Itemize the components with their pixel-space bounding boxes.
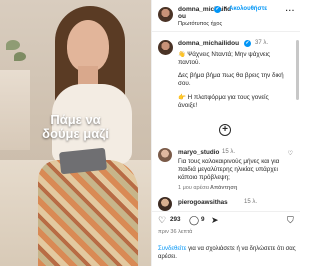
verified-badge-icon: ✓ (244, 40, 251, 47)
caption-line: 👋 Ψάχνεις Νταντά; Μην ψάχνεις (178, 51, 271, 58)
login-link[interactable]: Συνδεθείτε (158, 246, 186, 252)
caption-username[interactable]: domna_michailidou (178, 40, 239, 47)
comment-likes[interactable]: 1 μου αρέσει (178, 185, 209, 191)
caption-line: άνοιξε! (178, 102, 198, 109)
caption-time[interactable]: 37 λ. (255, 40, 268, 46)
separator-dot: • (224, 5, 227, 12)
avatar[interactable] (158, 148, 172, 162)
header-username[interactable]: domna_michailid ou (178, 6, 231, 20)
likes-count[interactable]: 293 (170, 216, 181, 223)
comment-text: κάποιο πρόβλεψη; (178, 174, 230, 181)
avatar[interactable] (158, 40, 173, 55)
caption-line: Δες βήμα βήμα πως θα βρεις την δική (178, 72, 284, 79)
video-caption: Πάμε να δούμε μαζί (0, 113, 151, 141)
avatar[interactable] (158, 7, 173, 22)
post-panel: domna_michailid ou ✓ • Ακολουθήστε Πρωτό… (151, 0, 300, 266)
caption-line: σου. (178, 80, 191, 87)
comments-count: 9 (201, 216, 205, 223)
comment-text: παιδιά μεγαλύτερης ηλικίας υπάρχει (178, 166, 278, 173)
post-date: πριν 36 λεπτά (158, 229, 193, 235)
comment-icon[interactable]: ◯ (189, 215, 199, 225)
follow-button[interactable]: Ακολουθήστε (229, 6, 267, 12)
heart-icon[interactable]: ♡ (158, 215, 166, 225)
audio-label[interactable]: Πρωτότυπος ήχος (178, 21, 222, 27)
post-header: domna_michailid ou ✓ • Ακολουθήστε Πρωτό… (152, 0, 300, 32)
verified-badge-icon: ✓ (214, 6, 221, 13)
bookmark-icon[interactable]: ⛉ (287, 215, 294, 225)
video-caption-line: Πάμε να (50, 112, 101, 127)
video-caption-line: δούμε μαζί (42, 126, 109, 141)
comment-username[interactable]: pierogoawsithas (178, 199, 228, 206)
add-icon[interactable]: + (219, 124, 231, 136)
action-bar: ♡ 293 ◯ 9 ➤ ⛉ (152, 211, 300, 227)
scrollbar[interactable] (296, 40, 299, 100)
video-player[interactable]: Πάμε να δούμε μαζί (0, 0, 151, 266)
login-prompt: Συνδεθείτε για να σχολιάσετε ή να δηλώσε… (158, 246, 296, 260)
comment-username[interactable]: maryo_studio (178, 149, 219, 156)
share-icon[interactable]: ➤ (211, 215, 219, 225)
more-options-icon[interactable]: ··· (286, 6, 296, 15)
comment-text: Για τους καλοκαιρινούς μήνες και για (178, 158, 280, 165)
avatar[interactable] (158, 197, 172, 211)
reply-button[interactable]: Απάντηση (210, 185, 237, 191)
comment-time: 15 λ. (222, 149, 236, 155)
caption-line: παντού. (178, 59, 201, 66)
caption-line: 👉 Η πλατφόρμα για τους γονείς (178, 94, 269, 101)
comment-time: 15 λ. (244, 199, 258, 205)
like-comment-heart-icon[interactable]: ♡ (288, 150, 293, 157)
